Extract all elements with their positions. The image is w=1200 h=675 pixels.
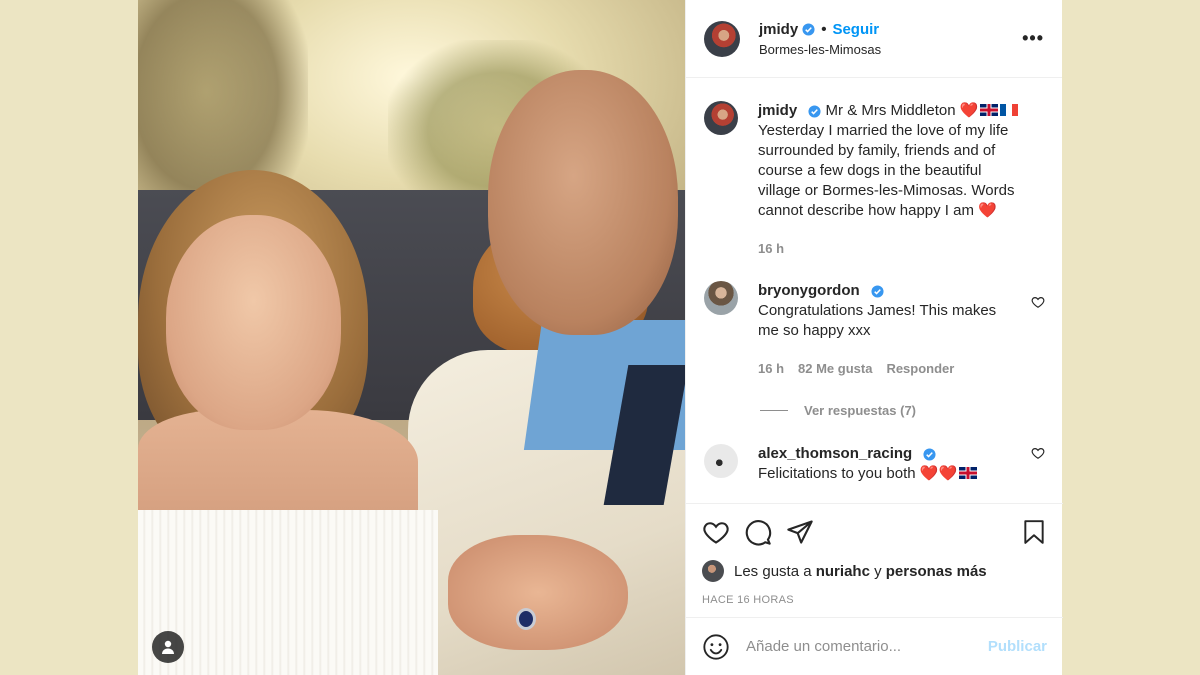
separator-dot: • <box>821 20 827 38</box>
view-replies-button[interactable]: Ver respuestas (7) <box>760 403 1045 418</box>
verified-badge-icon <box>923 447 936 461</box>
share-icon[interactable] <box>786 518 814 546</box>
likes-user[interactable]: nuriahc <box>816 563 870 580</box>
publish-button[interactable]: Publicar <box>988 638 1047 655</box>
post-location[interactable]: Bormes-les-Mimosas <box>759 42 881 57</box>
photo-ring <box>516 608 536 630</box>
comment-input[interactable] <box>746 638 988 655</box>
heart-emoji: ❤️ <box>978 202 997 219</box>
heart-emoji: ❤️❤️ <box>919 465 958 482</box>
user-tag-button[interactable] <box>152 631 184 663</box>
add-comment-bar: Publicar <box>686 617 1063 675</box>
verified-badge-icon <box>871 284 884 298</box>
avatar[interactable] <box>704 20 740 57</box>
action-icons <box>702 516 1047 548</box>
post-actions: Les gusta a nuriahc y personas más HACE … <box>686 503 1063 606</box>
comment-time[interactable]: 16 h <box>758 359 784 379</box>
comment-item: alex_thomson_racing Felicitations to you… <box>704 444 1045 484</box>
comment-username[interactable]: bryonygordon <box>758 282 860 299</box>
post-side-panel: jmidy • Seguir Bormes-les-Mimosas ••• jm… <box>685 0 1063 675</box>
caption-username[interactable]: jmidy <box>758 102 797 119</box>
comment-like-heart-icon[interactable] <box>1031 446 1045 460</box>
follow-button[interactable]: Seguir <box>832 21 879 38</box>
caption-meta: 16 h <box>758 239 1028 259</box>
likes-summary[interactable]: Les gusta a nuriahc y personas más <box>702 560 1047 582</box>
instagram-post: jmidy • Seguir Bormes-les-Mimosas ••• jm… <box>138 0 1063 675</box>
comment-text: Congratulations James! This makes me so … <box>758 302 997 339</box>
post-photo[interactable] <box>138 0 685 675</box>
view-replies-label: Ver respuestas (7) <box>804 403 917 418</box>
photo-man-head <box>488 70 678 335</box>
caption-title: Mr & Mrs Middleton <box>825 102 956 119</box>
comment-like-heart-icon[interactable] <box>1031 295 1045 309</box>
france-flag-icon <box>1000 104 1019 116</box>
comment-body: bryonygordon Congratulations James! This… <box>758 281 1008 379</box>
replies-divider <box>760 410 788 411</box>
caption-body: jmidy Mr & Mrs Middleton ❤️ Yesterday I … <box>758 101 1028 259</box>
avatar[interactable] <box>704 281 738 315</box>
comment-likes[interactable]: 82 Me gusta <box>798 359 872 379</box>
comment-icon[interactable] <box>744 518 772 546</box>
bookmark-icon[interactable] <box>1021 518 1047 546</box>
verified-badge-icon <box>808 104 821 118</box>
user-tag-icon <box>162 640 174 654</box>
comment-meta: 16 h 82 Me gusta Responder <box>758 359 1008 379</box>
likes-connector: y <box>874 562 882 580</box>
caption-text: Yesterday I married the love of my life … <box>758 122 1015 219</box>
post-header-row: jmidy • Seguir <box>759 21 881 38</box>
post-username[interactable]: jmidy <box>759 21 798 38</box>
comment-username[interactable]: alex_thomson_racing <box>758 445 912 462</box>
avatar[interactable] <box>704 444 738 478</box>
caption-time[interactable]: 16 h <box>758 239 784 259</box>
post-header: jmidy • Seguir Bormes-les-Mimosas ••• <box>686 0 1062 78</box>
avatar[interactable] <box>704 101 738 135</box>
likes-prefix: Les gusta a <box>734 562 812 580</box>
heart-emoji: ❤️ <box>959 102 979 119</box>
comment-text: Felicitations to you both <box>758 465 916 482</box>
post-header-text: jmidy • Seguir Bormes-les-Mimosas <box>759 21 881 57</box>
reply-button[interactable]: Responder <box>886 359 954 379</box>
caption: jmidy Mr & Mrs Middleton ❤️ Yesterday I … <box>704 101 1045 259</box>
post-timestamp: HACE 16 HORAS <box>702 594 794 606</box>
comment-item: bryonygordon Congratulations James! This… <box>704 281 1045 379</box>
photo-woman-face <box>166 215 341 430</box>
uk-flag-icon <box>980 104 999 116</box>
photo-hand <box>448 535 628 650</box>
uk-flag-icon <box>959 467 978 479</box>
liker-avatar <box>702 560 724 582</box>
verified-badge-icon <box>802 22 815 36</box>
emoji-icon[interactable] <box>702 633 730 661</box>
more-options-icon[interactable]: ••• <box>1022 28 1044 49</box>
comments-list[interactable]: jmidy Mr & Mrs Middleton ❤️ Yesterday I … <box>686 79 1063 503</box>
likes-others[interactable]: personas más <box>886 563 987 580</box>
comment-body: alex_thomson_racing Felicitations to you… <box>758 444 1008 484</box>
heart-icon[interactable] <box>702 518 730 546</box>
